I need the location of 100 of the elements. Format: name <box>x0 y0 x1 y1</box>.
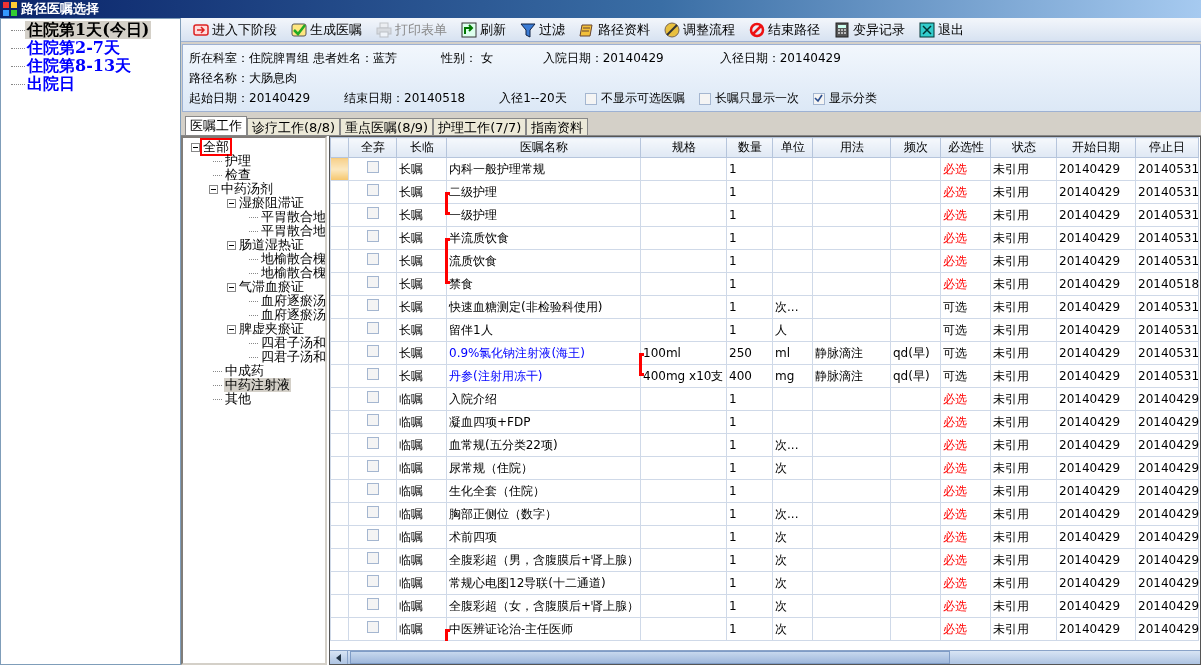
row-header[interactable] <box>330 433 349 457</box>
tree-item[interactable]: 护理 <box>224 154 252 168</box>
checkbox[interactable] <box>366 230 379 243</box>
tree-item[interactable]: 四君子汤和 <box>260 350 325 364</box>
tree-item[interactable]: 地榆散合槐 <box>260 266 325 280</box>
toolbar-button[interactable]: 过滤 <box>518 21 567 38</box>
tab[interactable]: 重点医嘱(8/9) <box>340 118 434 135</box>
column-header[interactable]: 数量 <box>726 137 773 158</box>
checkbox[interactable] <box>366 368 379 381</box>
collapse-icon[interactable] <box>191 142 200 152</box>
checkbox[interactable] <box>812 92 825 105</box>
column-header[interactable]: 全弃 <box>348 137 397 158</box>
checkbox[interactable] <box>366 161 379 174</box>
day-item[interactable]: 住院第1天(今日) <box>25 21 152 39</box>
row-header[interactable] <box>330 617 349 641</box>
row-header[interactable] <box>330 364 349 388</box>
scroll-thumb[interactable] <box>350 651 950 664</box>
checkbox[interactable] <box>698 92 711 105</box>
checkbox[interactable] <box>366 460 379 473</box>
checkbox[interactable] <box>366 552 379 565</box>
tab[interactable]: 护理工作(7/7) <box>433 118 527 135</box>
checkbox[interactable] <box>366 598 379 611</box>
checkbox[interactable] <box>366 529 379 542</box>
tree-item[interactable]: 肠道湿热证 <box>238 238 305 252</box>
tree-item[interactable]: 中药汤剂 <box>220 182 274 196</box>
row-header[interactable] <box>330 226 349 250</box>
toolbar-button[interactable]: 退出 <box>917 21 966 38</box>
checkbox[interactable] <box>366 184 379 197</box>
tree-item[interactable]: 血府逐瘀汤 <box>260 308 325 322</box>
tree-item[interactable]: 湿瘀阻滞证 <box>238 196 305 210</box>
collapse-icon[interactable] <box>227 198 236 208</box>
column-header[interactable]: 单位 <box>772 137 813 158</box>
column-header[interactable]: 医嘱名称 <box>446 137 641 158</box>
column-header[interactable]: 状态 <box>990 137 1057 158</box>
toolbar-button[interactable]: 生成医嘱 <box>289 21 364 38</box>
checkbox[interactable] <box>366 207 379 220</box>
checkbox[interactable] <box>584 92 597 105</box>
tree-item[interactable]: 检查 <box>224 168 252 182</box>
checkbox[interactable] <box>366 506 379 519</box>
toolbar-button[interactable]: 进入下阶段 <box>191 21 279 38</box>
row-header[interactable] <box>330 387 349 411</box>
collapse-icon[interactable] <box>209 184 218 194</box>
checkbox[interactable] <box>366 276 379 289</box>
checkbox[interactable] <box>366 253 379 266</box>
collapse-icon[interactable] <box>227 282 236 292</box>
tree-item[interactable]: 脾虚夹瘀证 <box>238 322 305 336</box>
tab[interactable]: 指南资料 <box>526 118 589 135</box>
row-header[interactable] <box>330 249 349 273</box>
checkbox[interactable] <box>366 345 379 358</box>
column-header[interactable]: 长临 <box>396 137 447 158</box>
tab[interactable]: 诊疗工作(8/8) <box>247 118 341 135</box>
row-header[interactable] <box>330 525 349 549</box>
column-header[interactable]: 频次 <box>890 137 941 158</box>
row-header[interactable] <box>330 410 349 434</box>
toolbar-button[interactable]: 刷新 <box>459 21 508 38</box>
checkbox[interactable] <box>366 391 379 404</box>
toolbar-button[interactable]: 调整流程 <box>662 21 737 38</box>
day-item[interactable]: 住院第2-7天 <box>25 39 122 57</box>
checkbox[interactable] <box>366 414 379 427</box>
row-header[interactable] <box>330 180 349 204</box>
row-header[interactable] <box>330 295 349 319</box>
tree-item[interactable]: 中成药 <box>224 364 265 378</box>
column-header[interactable]: 必选性 <box>940 137 991 158</box>
tree-item[interactable]: 平胃散合地 <box>260 224 325 238</box>
tree-item[interactable]: 中药注射液 <box>224 378 291 392</box>
column-header[interactable]: 停止日 <box>1135 137 1199 158</box>
checkbox[interactable] <box>366 322 379 335</box>
column-header[interactable]: 规格 <box>640 137 727 158</box>
checkbox[interactable] <box>366 575 379 588</box>
checkbox[interactable] <box>366 299 379 312</box>
row-header[interactable] <box>330 571 349 595</box>
collapse-icon[interactable] <box>227 324 236 334</box>
row-header[interactable] <box>330 341 349 365</box>
toolbar-button[interactable]: 变异记录 <box>832 21 907 38</box>
day-item[interactable]: 出院日 <box>25 75 77 93</box>
tree-item[interactable]: 血府逐瘀汤 <box>260 294 325 308</box>
checkbox[interactable] <box>366 437 379 450</box>
toolbar-button[interactable]: 路径资料 <box>577 21 652 38</box>
row-header[interactable] <box>330 157 349 181</box>
tree-item[interactable]: 地榆散合槐 <box>260 252 325 266</box>
checkbox[interactable] <box>366 483 379 496</box>
tab[interactable]: 医嘱工作 <box>185 116 247 135</box>
row-header[interactable] <box>330 203 349 227</box>
checkbox[interactable] <box>366 621 379 634</box>
horizontal-scrollbar[interactable] <box>330 650 1200 664</box>
tree-item[interactable]: 其他 <box>224 392 252 406</box>
column-header[interactable]: 用法 <box>812 137 891 158</box>
tree-item[interactable]: 四君子汤和 <box>260 336 325 350</box>
row-header[interactable] <box>330 548 349 572</box>
tree-item[interactable]: 平胃散合地 <box>260 210 325 224</box>
row-header[interactable] <box>330 318 349 342</box>
tree-item[interactable]: 全部 <box>202 140 230 154</box>
row-header[interactable] <box>330 594 349 618</box>
day-item[interactable]: 住院第8-13天 <box>25 57 134 75</box>
row-header[interactable] <box>330 456 349 480</box>
collapse-icon[interactable] <box>227 240 236 250</box>
row-header[interactable] <box>330 272 349 296</box>
row-header[interactable] <box>330 502 349 526</box>
row-header[interactable] <box>330 479 349 503</box>
tree-item[interactable]: 气滞血瘀证 <box>238 280 305 294</box>
